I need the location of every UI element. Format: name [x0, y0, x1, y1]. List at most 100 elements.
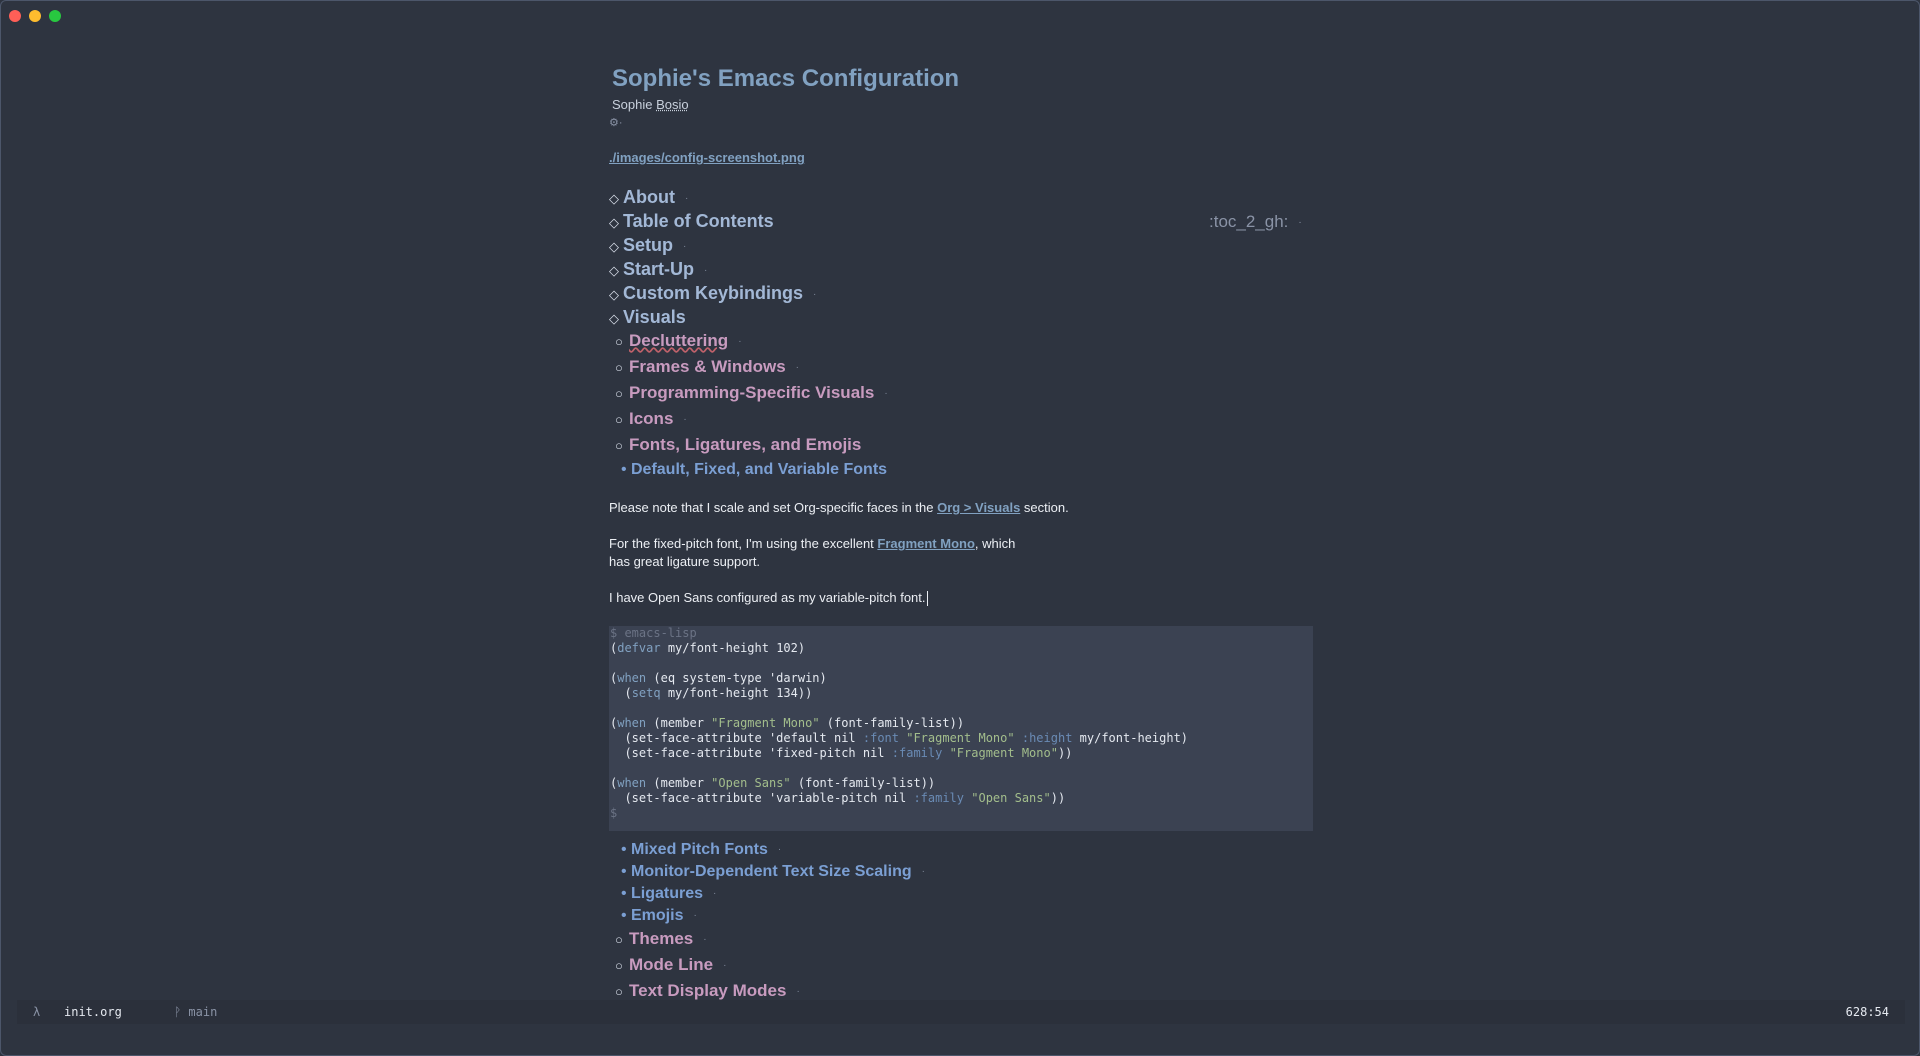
folded-indicator: · [1298, 217, 1302, 229]
dot-bullet-icon: • [621, 841, 627, 858]
diamond-bullet-icon: ◇ [609, 311, 619, 326]
options-gear-icon[interactable]: ⚙· [609, 116, 623, 129]
lambda-icon: λ [33, 1005, 41, 1019]
paragraph-variable-pitch: I have Open Sans configured as my variab… [609, 589, 928, 607]
close-window-icon[interactable] [9, 10, 21, 22]
emacs-window: Sophie's Emacs Configuration Sophie Bosi… [0, 0, 1920, 1056]
code-line [610, 701, 1312, 716]
heading-table-of-contents[interactable]: ◇ Table of Contents [609, 211, 774, 232]
document-author: Sophie Bosio [612, 97, 689, 112]
code-keyword: setq [631, 686, 661, 700]
code-string: "Fragment Mono" [711, 716, 820, 730]
maximize-window-icon[interactable] [49, 10, 61, 22]
heading-label: About [623, 187, 675, 207]
circle-bullet-icon: ○ [615, 412, 623, 427]
paragraph-text: Please note that I scale and set Org-spe… [609, 500, 938, 515]
paragraph-text: I have Open Sans configured as my variab… [609, 590, 926, 605]
heading-setup[interactable]: ◇ Setup · [609, 235, 686, 256]
code-line: (defvar my/font-height 102) [610, 641, 1312, 656]
heading-ligatures[interactable]: • Ligatures · [621, 885, 716, 903]
paragraph-fixed-pitch: For the fixed-pitch font, I'm using the … [609, 535, 1015, 553]
dot-bullet-icon: • [621, 461, 627, 478]
heading-themes[interactable]: ○ Themes · [615, 929, 707, 949]
heading-about[interactable]: ◇ About · [609, 187, 688, 208]
code-text: (set-face-attribute 'variable-pitch nil [610, 791, 914, 805]
heading-frames-windows[interactable]: ○ Frames & Windows · [615, 357, 799, 377]
folded-indicator: · [884, 388, 888, 400]
diamond-bullet-icon: ◇ [609, 215, 619, 230]
paragraph-text: , which [974, 536, 1016, 551]
dot-bullet-icon: • [621, 885, 627, 902]
code-text: (set-face-attribute 'default nil [610, 731, 863, 745]
code-line: (set-face-attribute 'fixed-pitch nil :fa… [610, 746, 1312, 761]
heading-label: Mixed Pitch Fonts [631, 841, 768, 858]
heading-label: Default, Fixed, and Variable Fonts [631, 461, 888, 478]
paragraph-text: section. [1020, 500, 1069, 515]
heading-icons[interactable]: ○ Icons · [615, 409, 687, 429]
folded-indicator: · [713, 888, 717, 900]
code-text: (member [646, 716, 712, 730]
heading-programming-visuals[interactable]: ○ Programming-Specific Visuals · [615, 383, 888, 403]
heading-mode-line[interactable]: ○ Mode Line · [615, 955, 726, 975]
heading-text-display-modes[interactable]: ○ Text Display Modes · [615, 981, 800, 1001]
heading-decluttering[interactable]: ○ Decluttering · [615, 331, 742, 351]
dot-bullet-icon: • [621, 863, 627, 880]
heading-label: Decluttering [629, 331, 729, 350]
diamond-bullet-icon: ◇ [609, 287, 619, 302]
folded-indicator: · [795, 362, 799, 374]
folded-indicator: · [777, 844, 782, 856]
code-line: (set-face-attribute 'default nil :font "… [610, 731, 1312, 746]
code-text: (font-family-list)) [790, 776, 936, 790]
heading-start-up[interactable]: ◇ Start-Up · [609, 259, 707, 280]
code-line [610, 761, 1312, 776]
code-keyword: when [617, 716, 647, 730]
code-line: (when (member "Open Sans" (font-family-l… [610, 776, 1312, 791]
heading-emojis[interactable]: • Emojis · [621, 907, 697, 925]
code-keyword-arg: :family [891, 746, 943, 760]
dot-bullet-icon: • [621, 907, 627, 924]
window-controls [9, 10, 61, 22]
fragment-mono-link[interactable]: Fragment Mono [877, 536, 975, 551]
heading-fonts-ligatures-emojis[interactable]: ○ Fonts, Ligatures, and Emojis [615, 435, 861, 455]
heading-custom-keybindings[interactable]: ◇ Custom Keybindings · [609, 283, 816, 304]
author-first-name: Sophie [612, 97, 657, 112]
code-block[interactable]: $ emacs-lisp (defvar my/font-height 102)… [609, 626, 1313, 831]
toc-tag: :toc_2_gh: · [1209, 212, 1302, 232]
author-last-name: Bosio [656, 97, 689, 112]
org-visuals-link[interactable]: Org > Visuals [937, 500, 1020, 515]
diamond-bullet-icon: ◇ [609, 191, 619, 206]
folded-indicator: · [693, 910, 697, 922]
heading-label: Custom Keybindings [623, 283, 804, 303]
code-line [610, 656, 1312, 671]
document-title: Sophie's Emacs Configuration [612, 65, 960, 92]
heading-label: Frames & Windows [629, 357, 786, 376]
circle-bullet-icon: ○ [615, 932, 623, 947]
mode-line: λ init.org ᚹ main 628:54 [17, 1000, 1905, 1024]
image-link[interactable]: ./images/config-screenshot.png [609, 150, 805, 165]
circle-bullet-icon: ○ [615, 438, 623, 453]
heading-label: Monitor-Dependent Text Size Scaling [631, 863, 912, 880]
folded-indicator: · [796, 986, 800, 998]
paragraph-fixed-pitch-cont: has great ligature support. [609, 554, 761, 569]
minimize-window-icon[interactable] [29, 10, 41, 22]
heading-visuals[interactable]: ◇ Visuals [609, 307, 686, 328]
heading-monitor-text-scaling[interactable]: • Monitor-Dependent Text Size Scaling · [621, 863, 925, 881]
circle-bullet-icon: ○ [615, 386, 623, 401]
folded-indicator: · [703, 934, 707, 946]
heading-mixed-pitch-fonts[interactable]: • Mixed Pitch Fonts · [621, 841, 781, 859]
code-text: (eq system-type 'darwin) [646, 671, 827, 685]
code-keyword: when [617, 776, 647, 790]
heading-label: Table of Contents [623, 211, 774, 231]
code-line: (when (eq system-type 'darwin) [610, 671, 1312, 686]
diamond-bullet-icon: ◇ [609, 239, 619, 254]
cursor-position: 628:54 [1845, 1005, 1889, 1019]
heading-label: Emojis [631, 907, 684, 924]
heading-default-fixed-variable-fonts[interactable]: • Default, Fixed, and Variable Fonts [621, 461, 887, 479]
code-text: )) [1057, 746, 1073, 760]
code-keyword: defvar [617, 641, 661, 655]
folded-indicator: · [813, 288, 817, 300]
code-string: "Open Sans" [971, 791, 1051, 805]
heading-label: Icons [629, 409, 674, 428]
diamond-bullet-icon: ◇ [609, 263, 619, 278]
